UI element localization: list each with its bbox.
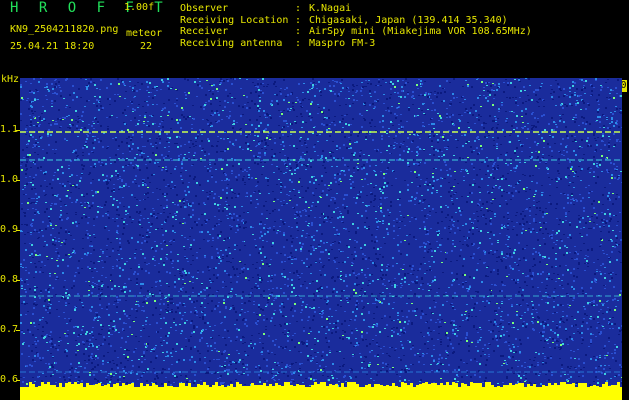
spectrogram-plot [20, 78, 622, 400]
file-name: KN9_2504211820.png [10, 24, 119, 35]
info-key: Receiving antenna [180, 37, 283, 49]
info-value: AirSpy mini (Miakejima VOR 108.65MHz) [309, 26, 532, 37]
info-key: Receiving Location [180, 14, 289, 26]
info-value: Chigasaki, Japan (139.414 35.340) [309, 14, 508, 26]
app-version: 1.00f [124, 2, 155, 13]
info-row-location: Receiving Location: Chigasaki, Japan (139… [180, 14, 508, 26]
y-axis-unit: kHz [1, 74, 20, 85]
info-row-antenna: Receiving antenna: Maspro FM-3 [180, 37, 376, 49]
info-row-observer: Observer: K.Nagai [180, 3, 352, 14]
info-value: Maspro FM-3 [309, 37, 376, 49]
meteor-label: meteor [126, 28, 163, 39]
date-time: 25.04.21 18:20 [10, 41, 95, 52]
info-key: Receiver [180, 26, 229, 37]
spectrogram-canvas [20, 78, 622, 400]
station-info: Observer: K.Nagai Receiving Location: Chig… [180, 3, 532, 49]
info-key: Observer [180, 3, 229, 14]
header-panel: H R O F F T 1.00f KN9_2504211820.png met… [0, 0, 629, 74]
info-row-receiver: Receiver: AirSpy mini (Miakejima VOR 108.… [180, 26, 532, 37]
info-value: K.Nagai [309, 3, 352, 14]
meteor-count: 22 [140, 41, 153, 52]
